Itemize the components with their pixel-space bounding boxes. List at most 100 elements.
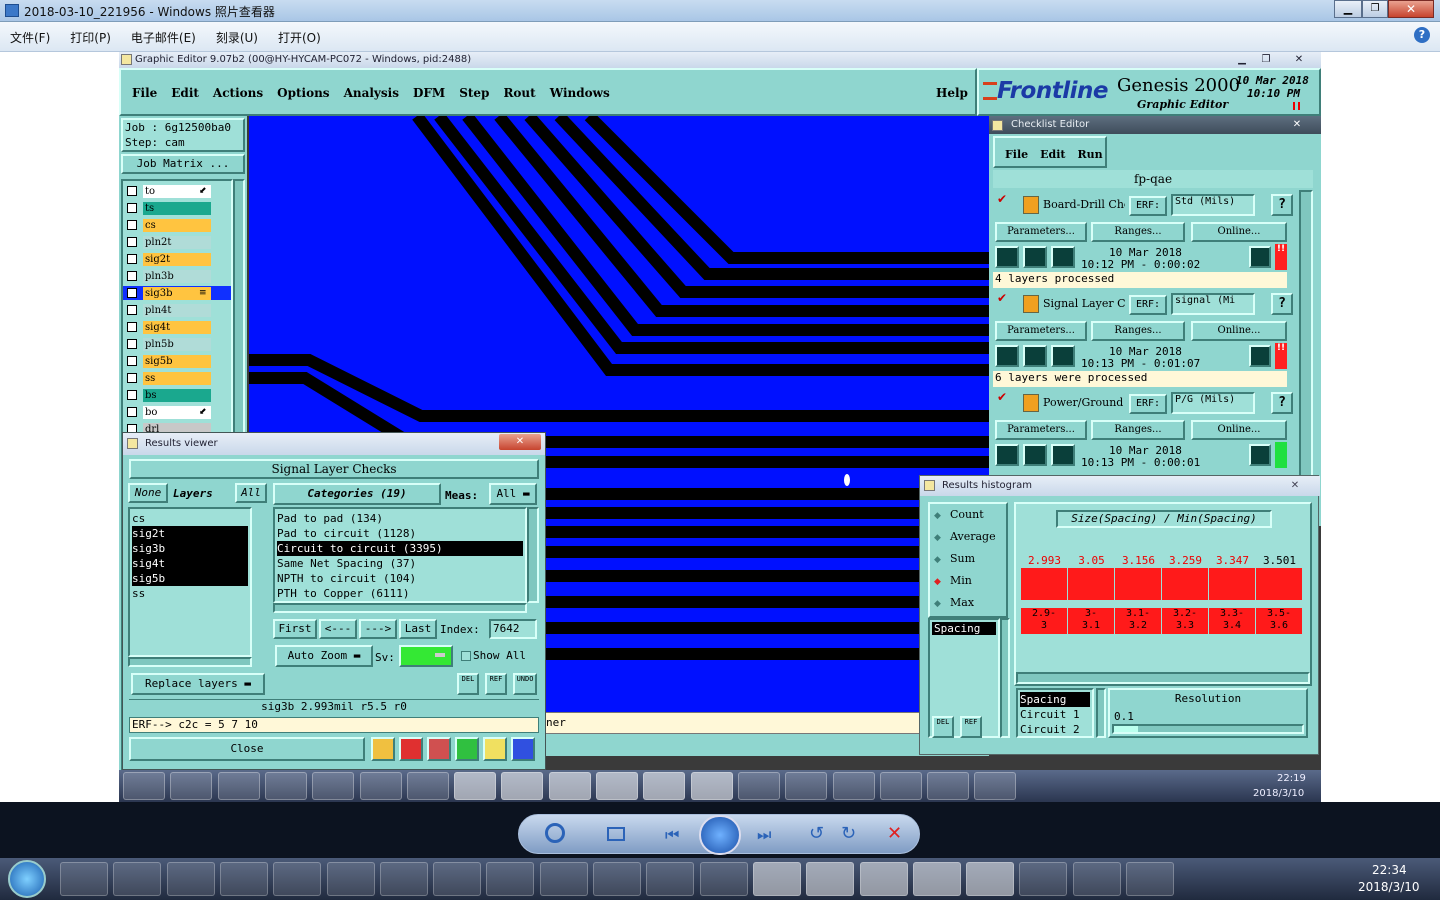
layer-checkbox[interactable] xyxy=(127,407,137,417)
taskbar-app-icon[interactable] xyxy=(912,862,961,896)
ranges-button[interactable]: Ranges... xyxy=(1091,222,1185,242)
taskbar-app-icon[interactable] xyxy=(166,862,215,896)
last-button[interactable]: Last xyxy=(399,619,437,639)
layer-row[interactable]: bs xyxy=(123,388,231,402)
zoom-icon[interactable] xyxy=(545,823,565,843)
hist-ref-button[interactable]: REF xyxy=(960,716,982,738)
results-layer-item[interactable]: ss xyxy=(132,586,248,601)
inner-taskbar-app-icon[interactable] xyxy=(454,772,497,800)
layer-row[interactable]: pln4t xyxy=(123,303,231,317)
histogram-mode-option[interactable]: ◆ Max xyxy=(930,592,1006,614)
categories-hscroll[interactable] xyxy=(273,603,527,613)
remove-icon[interactable] xyxy=(427,737,451,761)
inner-taskbar-app-icon[interactable] xyxy=(927,772,970,800)
layer-checkbox[interactable] xyxy=(127,203,137,213)
start-button[interactable] xyxy=(8,860,46,898)
category-item[interactable]: Same Net Spacing (37) xyxy=(277,556,523,571)
erf-value[interactable]: Std (Mils) xyxy=(1171,194,1255,216)
layer-row[interactable]: sig4t xyxy=(123,320,231,334)
layer-row[interactable]: sig2t xyxy=(123,252,231,266)
histogram-list-item[interactable]: Spacing xyxy=(1020,692,1090,707)
layer-row[interactable]: ts xyxy=(123,201,231,215)
layer-checkbox[interactable] xyxy=(127,237,137,247)
minimize-button[interactable]: ▁ xyxy=(1334,0,1362,18)
inner-taskbar-app-icon[interactable] xyxy=(737,772,780,800)
chart-icon[interactable] xyxy=(511,737,535,761)
taskbar-app-icon[interactable] xyxy=(326,862,375,896)
stop-icon[interactable] xyxy=(1051,246,1075,268)
accept-icon[interactable] xyxy=(455,737,479,761)
slideshow-icon[interactable] xyxy=(699,815,741,855)
inner-taskbar-app-icon[interactable] xyxy=(406,772,449,800)
taskbar-app-icon[interactable] xyxy=(646,862,695,896)
erf-value[interactable]: signal (Mi xyxy=(1171,293,1255,315)
taskbar-app-icon[interactable] xyxy=(433,862,482,896)
taskbar-app-icon[interactable] xyxy=(1019,862,1068,896)
layer-checkbox[interactable] xyxy=(127,390,137,400)
layer-checkbox[interactable] xyxy=(127,373,137,383)
ranges-button[interactable]: Ranges... xyxy=(1091,420,1185,440)
category-item[interactable]: PTH to Copper (6111) xyxy=(277,586,523,601)
category-item[interactable]: Pad to pad (134) xyxy=(277,511,523,526)
results-layer-item[interactable]: sig4t xyxy=(132,556,248,571)
inner-taskbar-app-icon[interactable] xyxy=(501,772,544,800)
run-icon[interactable] xyxy=(995,246,1019,268)
resolution-slider[interactable] xyxy=(1112,724,1304,734)
layer-name[interactable]: ts xyxy=(143,201,211,215)
run-all-icon[interactable] xyxy=(1023,345,1047,367)
action-check-icon[interactable]: ✔ xyxy=(997,192,1007,206)
genesis-minimize-button[interactable]: ▁ xyxy=(1231,52,1253,68)
index-input[interactable]: 7642 xyxy=(489,619,537,639)
layer-row[interactable]: pln3b xyxy=(123,269,231,283)
histogram-bar[interactable]: 3.05 3- 3.1 xyxy=(1068,554,1115,644)
histogram-bar[interactable]: 2.993 2.9- 3 xyxy=(1021,554,1068,644)
measure-item[interactable]: Spacing xyxy=(932,622,996,635)
results-layer-item[interactable]: sig3b xyxy=(132,541,248,556)
categories-button[interactable]: Categories (19) xyxy=(273,483,441,505)
checklist-close-button[interactable]: ✕ xyxy=(1285,116,1309,134)
taskbar-app-icon[interactable] xyxy=(593,862,641,896)
checklist-menu-run[interactable]: Run xyxy=(1078,148,1103,161)
layer-checkbox[interactable] xyxy=(127,271,137,281)
checklist-menu-file[interactable]: File xyxy=(1005,148,1028,161)
taskbar-app-icon[interactable] xyxy=(273,862,322,896)
taskbar-app-icon[interactable] xyxy=(806,862,855,896)
genesis-maximize-button[interactable]: ❐ xyxy=(1255,52,1277,68)
online-button[interactable]: Online... xyxy=(1191,321,1287,341)
action-check-icon[interactable]: ✔ xyxy=(997,291,1007,305)
menu-edit[interactable]: Edit xyxy=(171,86,199,100)
layer-checkbox[interactable] xyxy=(127,254,137,264)
checklist-menu-edit[interactable]: Edit xyxy=(1040,148,1065,161)
layer-row[interactable]: cs xyxy=(123,218,231,232)
run-icon[interactable] xyxy=(995,444,1019,466)
menu-file[interactable]: File xyxy=(132,86,157,100)
prev-icon[interactable]: ⏮ xyxy=(665,825,679,845)
inner-taskbar-app-icon[interactable] xyxy=(596,772,638,800)
layer-row[interactable]: sig3b ≡ xyxy=(123,286,231,300)
taskbar-app-icon[interactable] xyxy=(60,862,108,896)
layer-row[interactable]: pln5b xyxy=(123,337,231,351)
layer-row[interactable]: to ⬋ xyxy=(123,184,231,198)
inner-taskbar-app-icon[interactable] xyxy=(264,772,307,800)
layer-list-hscroll[interactable] xyxy=(128,657,252,667)
layer-row[interactable]: ss xyxy=(123,371,231,385)
histogram-bar[interactable]: 3.347 3.3- 3.4 xyxy=(1209,554,1256,644)
action-check-icon[interactable]: ✔ xyxy=(997,390,1007,404)
histogram-list-item[interactable]: Circuit 1 xyxy=(1020,707,1090,722)
layer-name[interactable]: sig5b xyxy=(143,354,211,368)
parameters-button[interactable]: Parameters... xyxy=(995,420,1087,440)
inner-taskbar-app-icon[interactable] xyxy=(832,772,875,800)
taskbar-app-icon[interactable] xyxy=(966,862,1015,896)
menu-rout[interactable]: Rout xyxy=(503,86,535,100)
menu-help[interactable]: Help xyxy=(936,86,968,100)
sv-color-select[interactable] xyxy=(399,645,453,667)
categories-scrollbar[interactable] xyxy=(527,507,539,603)
action-help-button[interactable]: ? xyxy=(1271,293,1293,315)
taskbar-app-icon[interactable] xyxy=(113,862,162,896)
online-button[interactable]: Online... xyxy=(1191,420,1287,440)
category-item[interactable]: Pad to circuit (1128) xyxy=(277,526,523,541)
inner-taskbar-app-icon[interactable] xyxy=(170,772,213,800)
category-item[interactable]: NPTH to circuit (104) xyxy=(277,571,523,586)
histogram-hscroll[interactable] xyxy=(1016,672,1310,684)
delete-icon[interactable]: ✕ xyxy=(887,823,902,844)
